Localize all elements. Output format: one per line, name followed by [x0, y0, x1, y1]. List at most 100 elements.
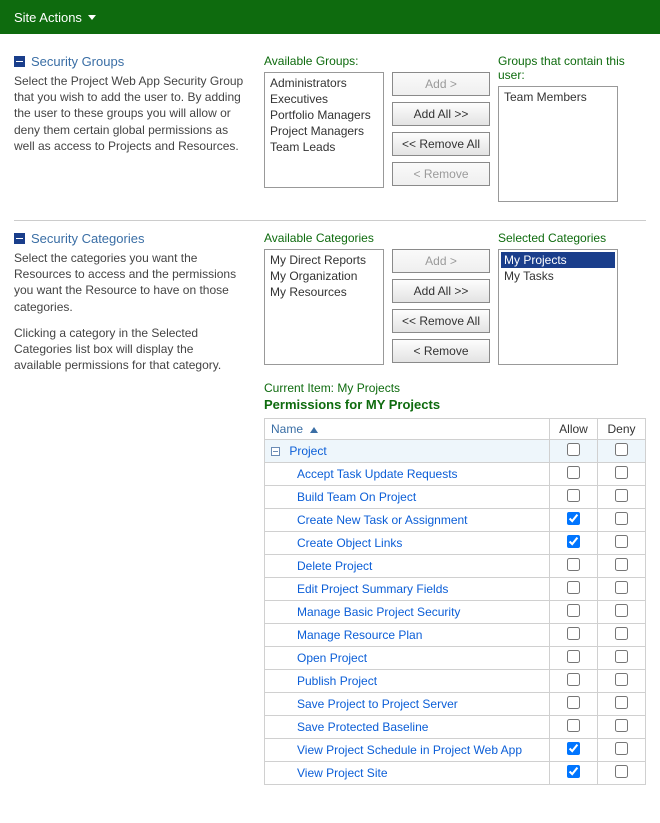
list-item[interactable]: My Projects — [501, 252, 615, 268]
sort-asc-icon — [310, 427, 318, 433]
desc-text-1: Select the categories you want the Resou… — [14, 250, 244, 315]
perm-row-label[interactable]: Manage Resource Plan — [271, 628, 422, 642]
site-actions-menu[interactable]: Site Actions — [14, 10, 96, 25]
list-item[interactable]: Portfolio Managers — [267, 107, 381, 123]
section-heading-categories[interactable]: Security Categories — [14, 231, 244, 246]
perm-row-label[interactable]: Create Object Links — [271, 536, 402, 550]
allow-checkbox[interactable] — [567, 650, 580, 663]
group-allow-checkbox[interactable] — [567, 443, 580, 456]
deny-checkbox[interactable] — [615, 650, 628, 663]
page-content: Security Groups Select the Project Web A… — [0, 34, 660, 823]
section-left: Security Groups Select the Project Web A… — [14, 54, 244, 202]
allow-checkbox[interactable] — [567, 535, 580, 548]
perm-row-label[interactable]: Open Project — [271, 651, 367, 665]
allow-checkbox[interactable] — [567, 696, 580, 709]
deny-checkbox[interactable] — [615, 696, 628, 709]
allow-checkbox[interactable] — [567, 765, 580, 778]
allow-checkbox[interactable] — [567, 742, 580, 755]
add-all-button[interactable]: Add All >> — [392, 102, 490, 126]
current-item-label: Current Item: — [264, 381, 334, 395]
perm-group-row[interactable]: Project — [265, 440, 646, 463]
list-item[interactable]: My Resources — [267, 284, 381, 300]
collapse-icon — [14, 233, 25, 244]
perm-row-label[interactable]: Create New Task or Assignment — [271, 513, 468, 527]
allow-checkbox[interactable] — [567, 512, 580, 525]
deny-checkbox[interactable] — [615, 489, 628, 502]
site-actions-label: Site Actions — [14, 10, 82, 25]
table-row: Delete Project — [265, 555, 646, 578]
deny-checkbox[interactable] — [615, 466, 628, 479]
deny-checkbox[interactable] — [615, 604, 628, 617]
selected-groups-listbox[interactable]: Team Members — [498, 86, 618, 202]
deny-checkbox[interactable] — [615, 558, 628, 571]
add-all-button[interactable]: Add All >> — [392, 279, 490, 303]
deny-checkbox[interactable] — [615, 627, 628, 640]
allow-checkbox[interactable] — [567, 719, 580, 732]
dual-list-groups: Available Groups: AdministratorsExecutiv… — [264, 54, 646, 202]
list-item[interactable]: My Organization — [267, 268, 381, 284]
list-item[interactable]: My Tasks — [501, 268, 615, 284]
desc-text: Select the Project Web App Security Grou… — [14, 73, 244, 154]
allow-checkbox[interactable] — [567, 558, 580, 571]
perm-row-label[interactable]: Delete Project — [271, 559, 372, 573]
deny-checkbox[interactable] — [615, 581, 628, 594]
perm-row-label[interactable]: View Project Schedule in Project Web App — [271, 743, 522, 757]
dual-list-categories: Available Categories My Direct ReportsMy… — [264, 231, 646, 365]
remove-button[interactable]: < Remove — [392, 339, 490, 363]
perm-row-label[interactable]: View Project Site — [271, 766, 388, 780]
table-row: View Project Schedule in Project Web App — [265, 739, 646, 762]
remove-button[interactable]: < Remove — [392, 162, 490, 186]
table-row: Publish Project — [265, 670, 646, 693]
available-groups-listbox[interactable]: AdministratorsExecutivesPortfolio Manage… — [264, 72, 384, 188]
perm-row-label[interactable]: Save Protected Baseline — [271, 720, 428, 734]
perm-row-label[interactable]: Publish Project — [271, 674, 377, 688]
list-item[interactable]: Team Leads — [267, 139, 381, 155]
caret-down-icon — [88, 15, 96, 20]
deny-checkbox[interactable] — [615, 535, 628, 548]
section-heading-groups[interactable]: Security Groups — [14, 54, 244, 69]
section-right: Available Groups: AdministratorsExecutiv… — [264, 54, 646, 202]
heading-link-groups[interactable]: Security Groups — [31, 54, 124, 69]
col-name[interactable]: Name — [265, 419, 550, 440]
perm-row-label[interactable]: Build Team On Project — [271, 490, 416, 504]
heading-link-categories[interactable]: Security Categories — [31, 231, 144, 246]
deny-checkbox[interactable] — [615, 765, 628, 778]
perm-row-label[interactable]: Accept Task Update Requests — [271, 467, 458, 481]
section-right-cat: Available Categories My Direct ReportsMy… — [264, 231, 646, 785]
add-button[interactable]: Add > — [392, 249, 490, 273]
deny-checkbox[interactable] — [615, 742, 628, 755]
tree-collapse-icon[interactable] — [271, 447, 280, 456]
allow-checkbox[interactable] — [567, 673, 580, 686]
list-item[interactable]: My Direct Reports — [267, 252, 381, 268]
list-item[interactable]: Team Members — [501, 89, 615, 105]
deny-checkbox[interactable] — [615, 673, 628, 686]
perm-row-label[interactable]: Save Project to Project Server — [271, 697, 458, 711]
col-name-link[interactable]: Name — [271, 422, 303, 436]
allow-checkbox[interactable] — [567, 489, 580, 502]
col-allow[interactable]: Allow — [550, 419, 598, 440]
selected-categories-col: Selected Categories My ProjectsMy Tasks — [498, 231, 618, 365]
list-item[interactable]: Project Managers — [267, 123, 381, 139]
section-desc-groups: Select the Project Web App Security Grou… — [14, 73, 244, 154]
deny-checkbox[interactable] — [615, 719, 628, 732]
perm-row-label[interactable]: Manage Basic Project Security — [271, 605, 460, 619]
table-row: Save Protected Baseline — [265, 716, 646, 739]
allow-checkbox[interactable] — [567, 627, 580, 640]
allow-checkbox[interactable] — [567, 466, 580, 479]
allow-checkbox[interactable] — [567, 604, 580, 617]
table-row: Accept Task Update Requests — [265, 463, 646, 486]
allow-checkbox[interactable] — [567, 581, 580, 594]
perm-group-label: Project — [289, 444, 326, 458]
list-item[interactable]: Administrators — [267, 75, 381, 91]
perm-row-label[interactable]: Edit Project Summary Fields — [271, 582, 448, 596]
deny-checkbox[interactable] — [615, 512, 628, 525]
group-deny-checkbox[interactable] — [615, 443, 628, 456]
selected-categories-listbox[interactable]: My ProjectsMy Tasks — [498, 249, 618, 365]
col-deny[interactable]: Deny — [598, 419, 646, 440]
available-categories-listbox[interactable]: My Direct ReportsMy OrganizationMy Resou… — [264, 249, 384, 365]
remove-all-button[interactable]: << Remove All — [392, 132, 490, 156]
remove-all-button[interactable]: << Remove All — [392, 309, 490, 333]
permissions-table: Name Allow Deny Project — [264, 418, 646, 785]
list-item[interactable]: Executives — [267, 91, 381, 107]
add-button[interactable]: Add > — [392, 72, 490, 96]
